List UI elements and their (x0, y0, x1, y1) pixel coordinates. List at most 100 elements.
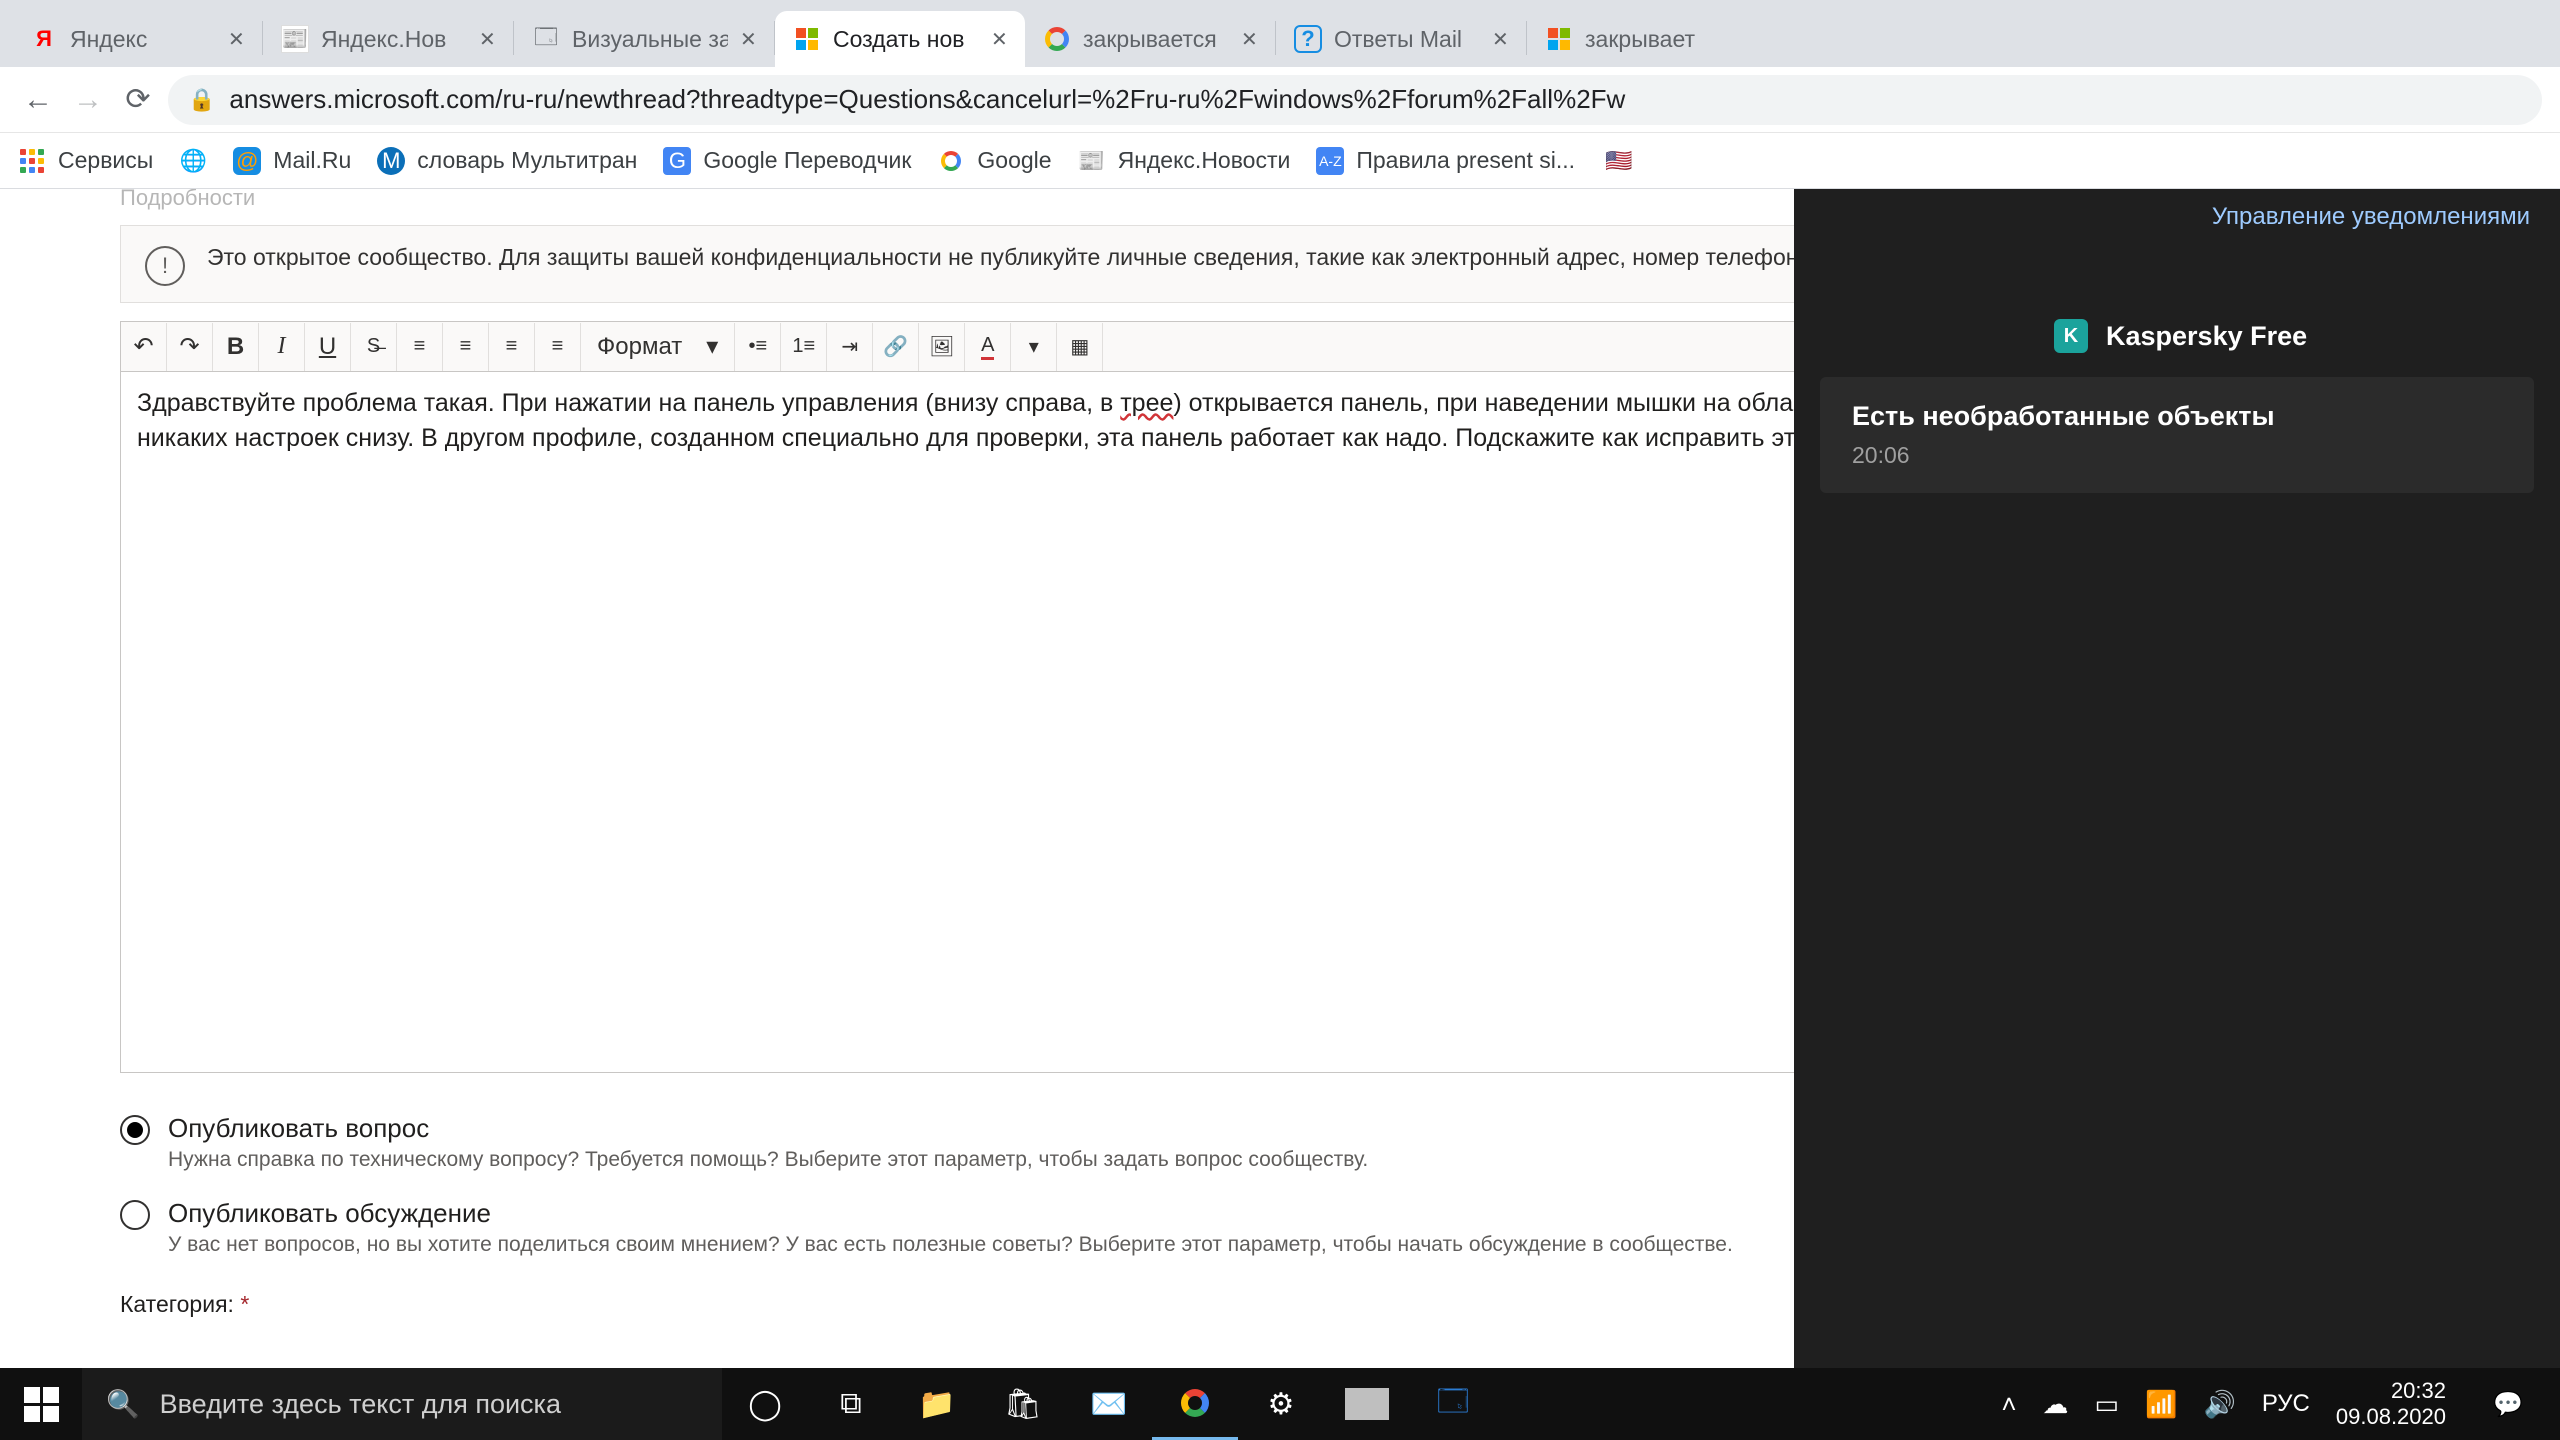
bookmark-globe[interactable]: 🌐 (179, 147, 207, 175)
cortana-button[interactable]: ◯ (722, 1368, 808, 1440)
volume-icon[interactable]: 🔊 (2203, 1389, 2235, 1420)
align-left-button[interactable]: ≡ (397, 323, 443, 371)
tray-chevron-up-icon[interactable]: ˄ (2001, 1389, 2016, 1420)
align-right-button[interactable]: ≡ (489, 323, 535, 371)
redo-button[interactable]: ↷ (167, 323, 213, 371)
task-view-button[interactable]: ⧉ (808, 1368, 894, 1440)
bookmark-google[interactable]: Google (937, 147, 1051, 175)
close-icon[interactable]: ✕ (740, 27, 760, 52)
tab-title: Ответы Mail (1334, 26, 1480, 53)
tab-ms-2[interactable]: закрывает (1527, 11, 1709, 67)
apps-label: Сервисы (58, 147, 153, 174)
strike-button[interactable]: S̶ (351, 323, 397, 371)
number-list-button[interactable]: 1≡ (781, 323, 827, 371)
table-button[interactable]: ▦ (1057, 323, 1103, 371)
taskbar: 🔍 Введите здесь текст для поиска ◯ ⧉ 📁 🛍… (0, 1368, 2560, 1440)
reload-button[interactable]: ⟳ (118, 80, 158, 120)
option-subtitle: У вас нет вопросов, но вы хотите поделит… (168, 1233, 1733, 1257)
bookmark-label: Google Переводчик (703, 147, 911, 174)
mail-button[interactable]: ✉️ (1066, 1368, 1152, 1440)
align-justify-button[interactable]: ≡ (535, 323, 581, 371)
app-button[interactable]: 🗔 (1410, 1368, 1496, 1440)
action-center-button[interactable]: 💬 (2478, 1368, 2538, 1440)
option-title: Опубликовать вопрос (168, 1113, 1368, 1144)
link-button[interactable]: 🔗 (873, 323, 919, 371)
close-icon[interactable]: ✕ (228, 27, 248, 52)
italic-button[interactable]: I (259, 323, 305, 371)
clock-time: 20:32 (2336, 1378, 2446, 1404)
bullet-list-button[interactable]: •≡ (735, 323, 781, 371)
align-center-button[interactable]: ≡ (443, 323, 489, 371)
battery-icon[interactable]: ▭ (2095, 1389, 2120, 1420)
format-label: Формат (597, 333, 682, 361)
bold-button[interactable]: B (213, 323, 259, 371)
undo-button[interactable]: ↶ (121, 323, 167, 371)
underline-button[interactable]: U (305, 323, 351, 371)
bookmark-label: словарь Мультитран (417, 147, 637, 174)
indent-button[interactable]: ⇥ (827, 323, 873, 371)
settings-button[interactable]: ⚙ (1238, 1368, 1324, 1440)
tab-yandex[interactable]: Я Яндекс ✕ (12, 11, 262, 67)
apps-button[interactable]: Сервисы (18, 147, 153, 175)
bookmark-more[interactable]: 🇺🇸 (1605, 147, 1633, 175)
tab-yandex-news[interactable]: 📰 Яндекс.Нов ✕ (263, 11, 513, 67)
back-button[interactable]: ← (18, 80, 58, 120)
more-button[interactable]: ▾ (1011, 323, 1057, 371)
info-icon: ! (145, 246, 185, 286)
onedrive-icon[interactable]: ☁ (2043, 1389, 2069, 1420)
manage-notifications-link[interactable]: Управление уведомлениями (1794, 189, 2560, 245)
ms-store-button[interactable]: 🛍 (980, 1368, 1066, 1440)
radio-icon[interactable] (120, 1200, 150, 1230)
tab-visual[interactable]: 🗔 Визуальные зак ✕ (514, 11, 774, 67)
multitran-icon: М (377, 147, 405, 175)
tab-title: Яндекс.Нов (321, 26, 467, 53)
bookmark-label: Mail.Ru (273, 147, 351, 174)
file-explorer-button[interactable]: 📁 (894, 1368, 980, 1440)
start-button[interactable] (0, 1368, 82, 1440)
font-color-button[interactable]: A (965, 323, 1011, 371)
google-icon (937, 147, 965, 175)
bookmark-present[interactable]: A‑Z Правила present si... (1316, 147, 1575, 175)
tab-title: Создать нов (833, 26, 979, 53)
notification-app-name: Kaspersky Free (2106, 321, 2307, 352)
bookmark-ynews[interactable]: 📰 Яндекс.Новости (1078, 147, 1291, 175)
bookmark-multitran[interactable]: М словарь Мультитран (377, 147, 637, 175)
terminal-button[interactable] (1324, 1368, 1410, 1440)
mailru-icon: @ (233, 147, 261, 175)
yandex-icon: Я (30, 25, 58, 53)
kaspersky-icon: K (2054, 319, 2088, 353)
chrome-button[interactable] (1152, 1368, 1238, 1440)
bookmark-mailru[interactable]: @ Mail.Ru (233, 147, 351, 175)
taskbar-apps: ◯ ⧉ 📁 🛍 ✉️ ⚙ 🗔 (722, 1368, 1496, 1440)
format-select[interactable]: Формат ▾ (581, 323, 735, 371)
translate-icon: G (663, 147, 691, 175)
forward-button[interactable]: → (68, 80, 108, 120)
globe-icon: 🌐 (179, 147, 207, 175)
tab-mailru-answers[interactable]: ? Ответы Mail ✕ (1276, 11, 1526, 67)
close-icon[interactable]: ✕ (479, 27, 499, 52)
image-button[interactable]: 🖼 (919, 323, 965, 371)
body-text-1: Здравствуйте проблема такая. При нажатии… (137, 389, 1120, 417)
tab-create-new[interactable]: Создать нов ✕ (775, 11, 1025, 67)
tab-title: закрывает (1585, 26, 1695, 53)
clock[interactable]: 20:32 09.08.2020 (2336, 1378, 2446, 1431)
notification-card[interactable]: Есть необработанные объекты 20:06 (1820, 377, 2534, 493)
wifi-icon[interactable]: 📶 (2145, 1389, 2177, 1420)
action-center: Управление уведомлениями K Kaspersky Fre… (1794, 189, 2560, 1368)
option-subtitle: Нужна справка по техническому вопросу? Т… (168, 1148, 1368, 1172)
flag-icon: 🇺🇸 (1605, 147, 1633, 175)
apps-icon (18, 147, 46, 175)
bookmark-gtranslate[interactable]: G Google Переводчик (663, 147, 911, 175)
radio-icon[interactable] (120, 1115, 150, 1145)
close-icon[interactable]: ✕ (1241, 27, 1261, 52)
close-icon[interactable]: ✕ (991, 27, 1011, 52)
taskbar-search[interactable]: 🔍 Введите здесь текст для поиска (82, 1368, 722, 1440)
tab-google-search[interactable]: закрывается ✕ (1025, 11, 1275, 67)
address-bar[interactable]: 🔒 answers.microsoft.com/ru-ru/newthread?… (168, 75, 2542, 125)
close-icon[interactable]: ✕ (1492, 27, 1512, 52)
bookmark-label: Правила present si... (1356, 147, 1575, 174)
category-label-text: Категория: (120, 1291, 234, 1317)
tab-title: Яндекс (70, 26, 216, 53)
system-tray: ˄ ☁ ▭ 📶 🔊 РУС 20:32 09.08.2020 💬 (1979, 1368, 2560, 1440)
language-indicator[interactable]: РУС (2262, 1390, 2310, 1418)
